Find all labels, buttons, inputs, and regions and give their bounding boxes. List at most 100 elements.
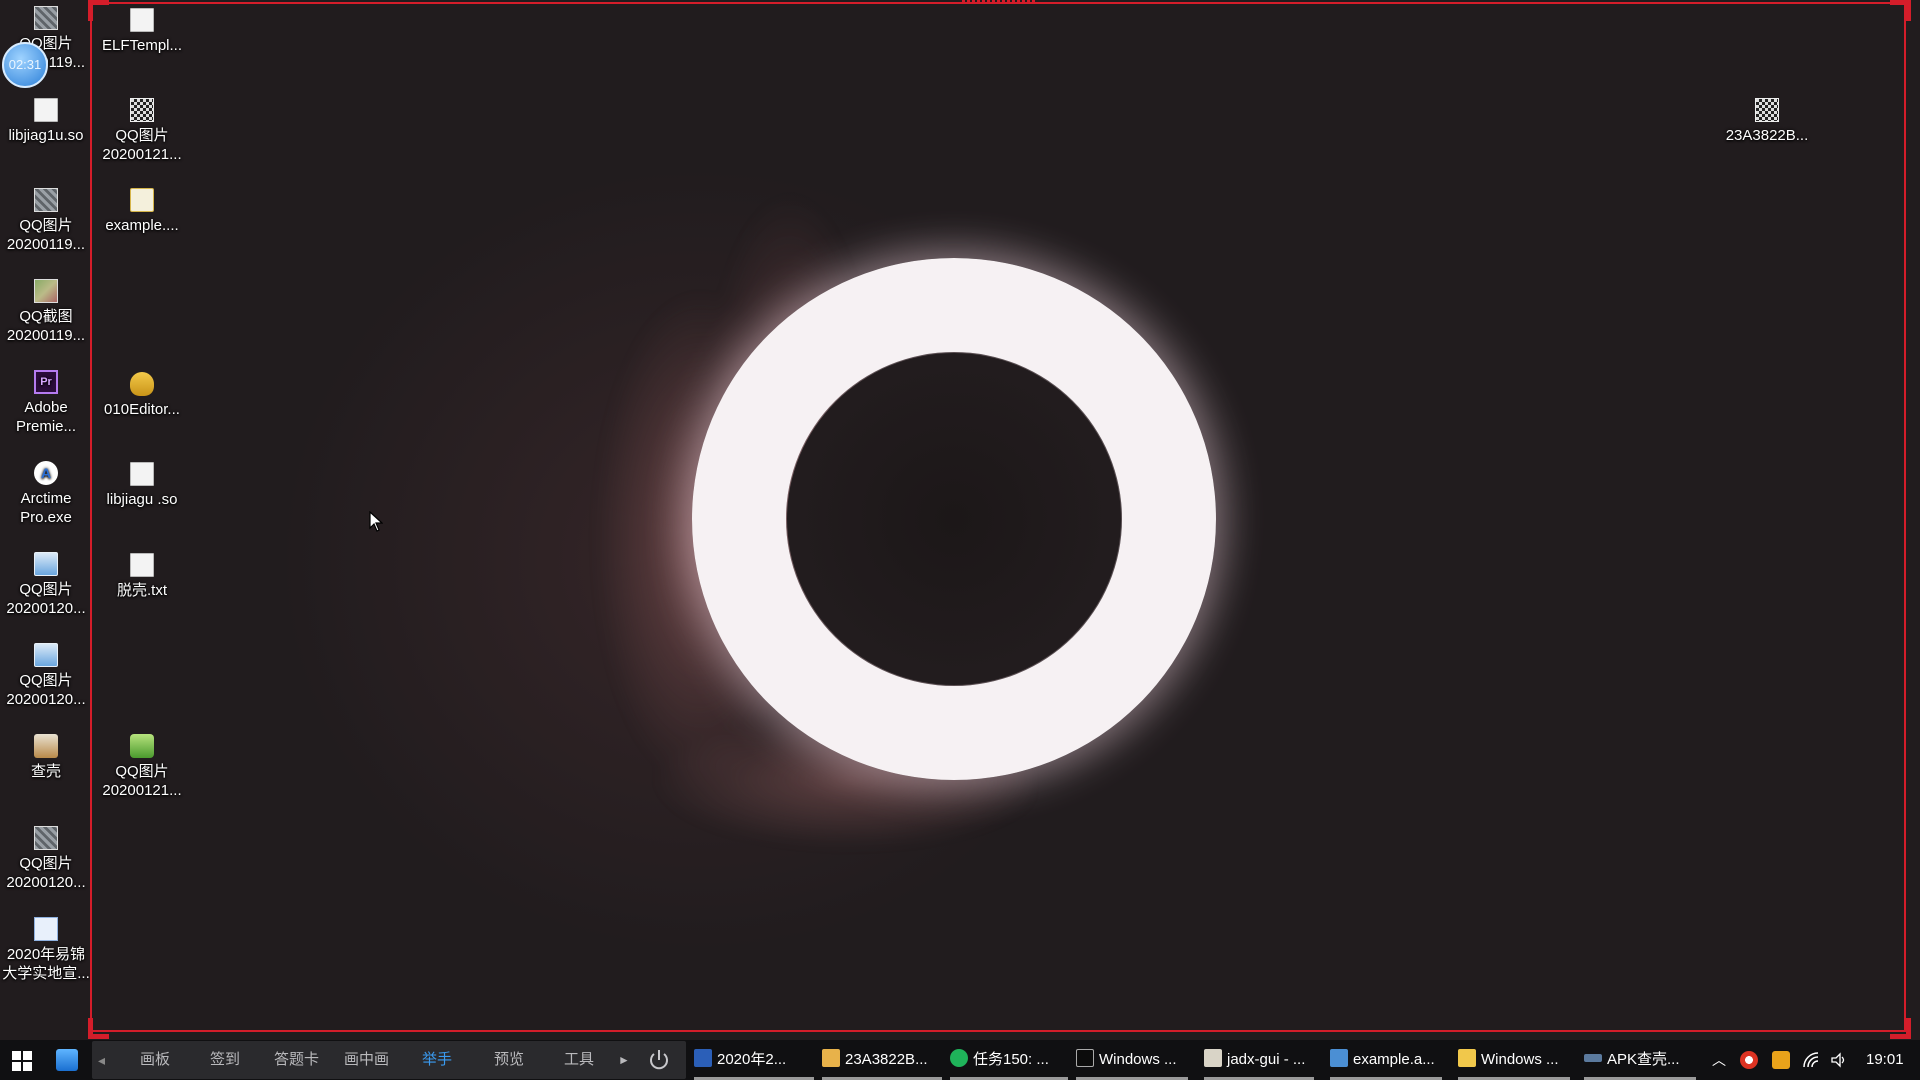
recording-frame-corner[interactable] — [1890, 1018, 1911, 1039]
recording-timer[interactable]: 02:31 — [2, 42, 48, 88]
pinned-app-icon[interactable] — [56, 1049, 78, 1071]
taskbar-app-label: jadx-gui - ... — [1227, 1051, 1306, 1068]
desktop-icon-label: 010Editor... — [104, 401, 180, 418]
image-icon — [34, 188, 58, 212]
java-icon — [1204, 1049, 1222, 1067]
taskbar-clock[interactable]: 19:01 — [1866, 1040, 1904, 1080]
desktop-icon-label: Arctime Pro.exe — [20, 490, 72, 526]
apk-file-icon — [130, 188, 154, 212]
desktop-icon-label: QQ图片 20200120... — [6, 581, 86, 617]
taskbar-app[interactable]: jadx-gui - ... — [1204, 1040, 1314, 1080]
toolbar-grip-icon[interactable]: ◂ — [98, 1049, 106, 1071]
taskbar-app[interactable]: 23A3822B... — [822, 1040, 942, 1080]
apk-icon — [130, 734, 154, 758]
folder-icon — [1458, 1049, 1476, 1067]
wifi-icon[interactable] — [1802, 1051, 1820, 1069]
desktop-icon[interactable]: QQ图片 20200120... — [0, 643, 92, 709]
desktop-icon[interactable]: libjiag1u.so — [0, 98, 92, 145]
recording-frame-corner[interactable] — [88, 1018, 109, 1039]
taskbar-app[interactable]: Windows ... — [1076, 1040, 1188, 1080]
apk-checker-icon — [1584, 1054, 1602, 1062]
task-icon — [950, 1049, 968, 1067]
qr-image-icon — [130, 98, 154, 122]
qr-image-icon — [1755, 98, 1779, 122]
desktop-icon[interactable]: A Arctime Pro.exe — [0, 461, 92, 527]
recording-frame-corner[interactable] — [88, 0, 109, 21]
desktop: QQ图片 20200119... libjiag1u.so QQ图片 20200… — [0, 0, 1920, 1040]
desktop-icon[interactable]: QQ图片 20200121... — [96, 734, 188, 800]
taskbar-app[interactable]: Windows ... — [1458, 1040, 1570, 1080]
desktop-icon[interactable]: Pr Adobe Premie... — [0, 370, 92, 436]
desktop-icon[interactable]: 脱壳.txt — [96, 553, 188, 600]
java-icon — [34, 734, 58, 758]
taskbar-app[interactable]: 2020年2... — [694, 1040, 814, 1080]
desktop-icon-label: QQ图片 20200119... — [6, 217, 86, 253]
desktop-icon[interactable]: example.... — [96, 188, 188, 235]
desktop-icon[interactable]: 23A3822B... — [1712, 98, 1822, 145]
desktop-icon-label: QQ截图 20200119... — [6, 308, 86, 344]
desktop-icon[interactable]: QQ图片 20200120... — [0, 552, 92, 618]
recording-frame-corner[interactable] — [1890, 0, 1911, 21]
toolbar-item-picture-in-picture[interactable]: 画中画 — [344, 1041, 389, 1079]
desktop-icon-label: QQ图片 20200121... — [102, 127, 182, 163]
desktop-icon[interactable]: QQ图片 20200119... — [0, 188, 92, 254]
desktop-icon-label: 23A3822B... — [1725, 127, 1809, 144]
volume-icon[interactable] — [1830, 1051, 1848, 1069]
taskbar-app[interactable]: APK查壳... — [1584, 1040, 1696, 1080]
app-tray-icon[interactable] — [1772, 1051, 1790, 1069]
desktop-icon-label: ELFTempl... — [101, 37, 183, 54]
image-icon — [34, 6, 58, 30]
taskbar-app[interactable]: example.a... — [1330, 1040, 1442, 1080]
toolbar-item-sign-in[interactable]: 签到 — [210, 1041, 240, 1079]
desktop-icon-label: QQ图片 20200120... — [6, 672, 86, 708]
file-icon — [130, 462, 154, 486]
file-icon — [34, 98, 58, 122]
toolbar-item-tools[interactable]: 工具 — [564, 1041, 594, 1079]
image-icon — [34, 643, 58, 667]
desktop-icon-label: 脱壳.txt — [116, 582, 167, 599]
desktop-icon[interactable]: QQ图片 20200121... — [96, 98, 188, 164]
desktop-icon[interactable]: 2020年易锦大学实地宣... — [0, 917, 92, 983]
arctime-icon: A — [34, 461, 58, 485]
desktop-icon[interactable]: QQ图片 20200120... — [0, 826, 92, 892]
toolbar-item-drawing-board[interactable]: 画板 — [140, 1041, 170, 1079]
desktop-icon-label: QQ图片 20200120... — [6, 855, 86, 891]
taskbar-app-label: Windows ... — [1099, 1051, 1177, 1068]
desktop-icon[interactable]: 查壳 — [0, 734, 92, 781]
image-icon — [34, 826, 58, 850]
windows-logo-icon — [12, 1051, 32, 1071]
qq-tray-icon[interactable] — [1740, 1051, 1758, 1069]
terminal-icon — [1076, 1049, 1094, 1067]
taskbar-app-label: 2020年2... — [717, 1051, 787, 1068]
taskbar-app[interactable]: 任务150: ... — [950, 1040, 1068, 1080]
desktop-icon-label: libjiagu .so — [106, 491, 178, 508]
toolbar-item-raise-hand[interactable]: 举手 — [422, 1041, 452, 1079]
desktop-icon-label: libjiag1u.so — [8, 127, 84, 144]
document-icon — [34, 917, 58, 941]
desktop-icon[interactable]: libjiagu .so — [96, 462, 188, 509]
desktop-icon-label: Adobe Premie... — [15, 399, 76, 435]
recording-frame-handle[interactable] — [962, 0, 1036, 4]
image-icon — [34, 552, 58, 576]
toolbar-item-answer-card[interactable]: 答题卡 — [274, 1041, 319, 1079]
power-icon[interactable] — [646, 1047, 672, 1073]
recording-toolbar: ◂ 画板 签到 答题卡 画中画 举手 预览 工具 ► — [92, 1041, 686, 1079]
desktop-icon-label: 2020年易锦大学实地宣... — [2, 946, 90, 982]
desktop-icon[interactable]: 010Editor... — [96, 372, 188, 419]
image-viewer-icon — [822, 1049, 840, 1067]
toolbar-expand-icon[interactable]: ► — [618, 1041, 630, 1079]
desktop-icon[interactable]: QQ截图 20200119... — [0, 279, 92, 345]
desktop-icon-label: 查壳 — [30, 763, 61, 780]
word-icon — [694, 1049, 712, 1067]
desktop-icon-label: example.... — [105, 217, 179, 234]
desktop-icon[interactable]: ELFTempl... — [96, 8, 188, 55]
premiere-icon: Pr — [34, 370, 58, 394]
screenshot-icon — [34, 279, 58, 303]
file-icon — [130, 8, 154, 32]
tray-overflow-chevron-icon[interactable]: ︿ — [1712, 1040, 1726, 1080]
taskbar-app-label: 任务150: ... — [973, 1051, 1049, 1068]
taskbar: ◂ 画板 签到 答题卡 画中画 举手 预览 工具 ► 2020年2... 23A… — [0, 1040, 1920, 1080]
toolbar-item-preview[interactable]: 预览 — [494, 1041, 524, 1079]
start-button[interactable] — [0, 1040, 44, 1080]
desktop-icon-label: QQ图片 20200121... — [102, 763, 182, 799]
